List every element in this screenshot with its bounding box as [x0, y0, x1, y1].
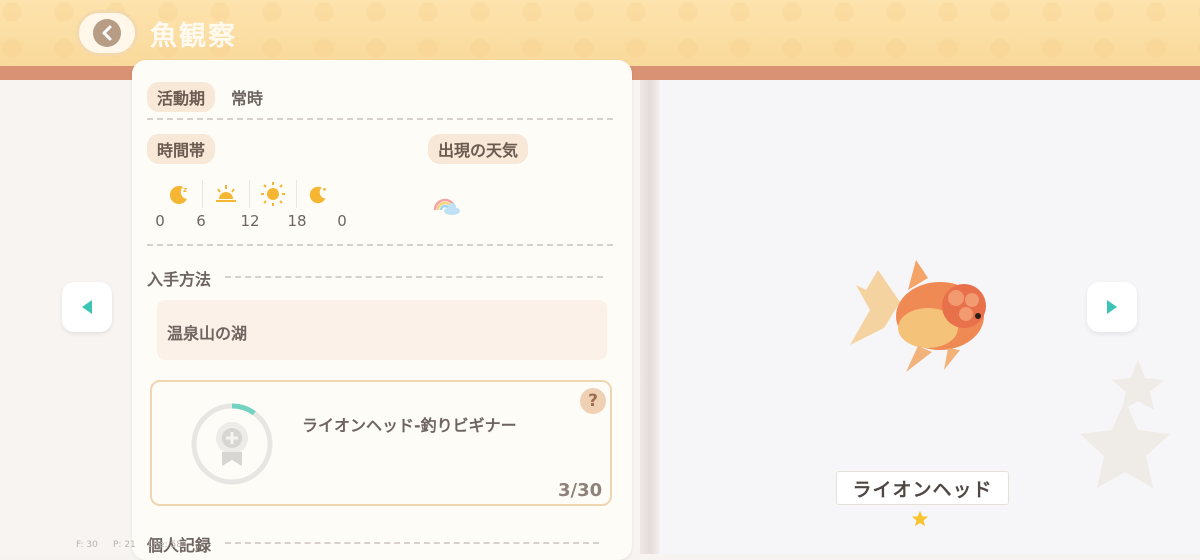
arrow-right-icon [1107, 300, 1117, 314]
activity-value: 常時 [231, 89, 264, 108]
divider [147, 118, 613, 120]
obtain-label: 入手方法 [147, 270, 212, 289]
weather-label: 出現の天気 [428, 134, 529, 164]
debug-value: P: 21 [113, 540, 136, 550]
achievement-progress-ring [231, 403, 256, 416]
achievement-medal [190, 402, 274, 490]
time-tick: 6 [196, 212, 206, 230]
divider [147, 244, 613, 246]
arrow-left-icon [82, 300, 92, 314]
star-icon [911, 510, 929, 527]
moon-sleep-icon: z [157, 178, 203, 210]
sun-icon [250, 178, 296, 210]
divider [225, 276, 603, 278]
previous-fish-button[interactable] [62, 282, 112, 332]
help-button[interactable]: ? [580, 388, 606, 414]
fish-rarity-stars [911, 510, 929, 528]
star-decoration-icon [1080, 360, 1170, 488]
svg-text:z: z [183, 186, 187, 194]
activity-label: 活動期 [147, 82, 216, 112]
time-label: 時間帯 [147, 134, 216, 164]
debug-fps: F: 30 [76, 540, 98, 550]
back-button[interactable] [76, 10, 138, 56]
achievement-progress-text: 3/30 [558, 480, 603, 501]
time-tick: 18 [287, 212, 307, 230]
debug-value: Lite: 58 [148, 540, 182, 550]
page-title: 魚観察 [150, 21, 237, 52]
next-fish-button[interactable] [1087, 282, 1137, 332]
divider [225, 542, 599, 544]
achievement-title: ライオンヘッド-釣りビギナー [302, 416, 517, 435]
fish-image [848, 250, 1008, 384]
time-tick: 0 [337, 212, 347, 230]
rainbow-cloud-icon [432, 194, 462, 220]
obtain-location: 温泉山の湖 [167, 324, 248, 343]
fish-name-label: ライオンヘッド [836, 471, 1009, 505]
moon-icon [296, 178, 342, 210]
chevron-left-icon [93, 19, 121, 47]
time-tick: 0 [155, 212, 165, 230]
time-tick: 12 [240, 212, 260, 230]
sunrise-icon [203, 178, 249, 210]
book-spine [640, 80, 660, 554]
